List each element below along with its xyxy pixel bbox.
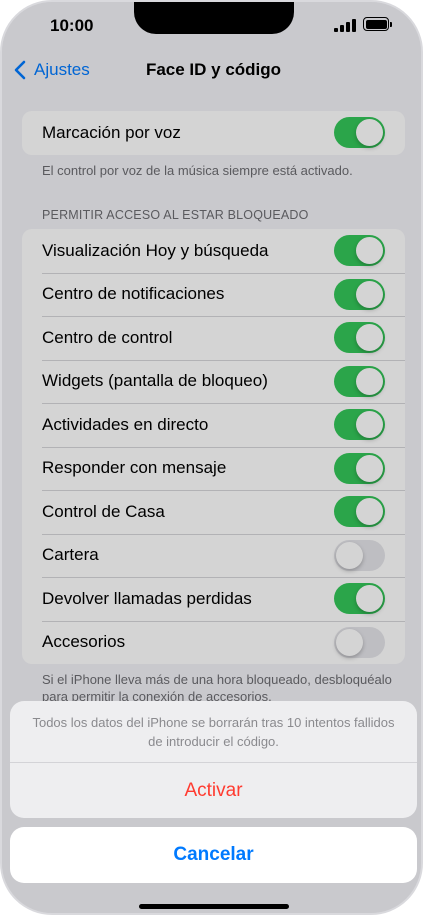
phone-frame: 10:00 Ajustes Face ID y código Marcación… xyxy=(0,0,423,915)
cancel-button[interactable]: Cancelar xyxy=(10,827,417,883)
activate-button[interactable]: Activar xyxy=(10,763,417,818)
home-indicator xyxy=(139,904,289,909)
action-sheet-message: Todos los datos del iPhone se borrarán t… xyxy=(32,714,395,749)
action-sheet: Todos los datos del iPhone se borrarán t… xyxy=(10,701,417,818)
